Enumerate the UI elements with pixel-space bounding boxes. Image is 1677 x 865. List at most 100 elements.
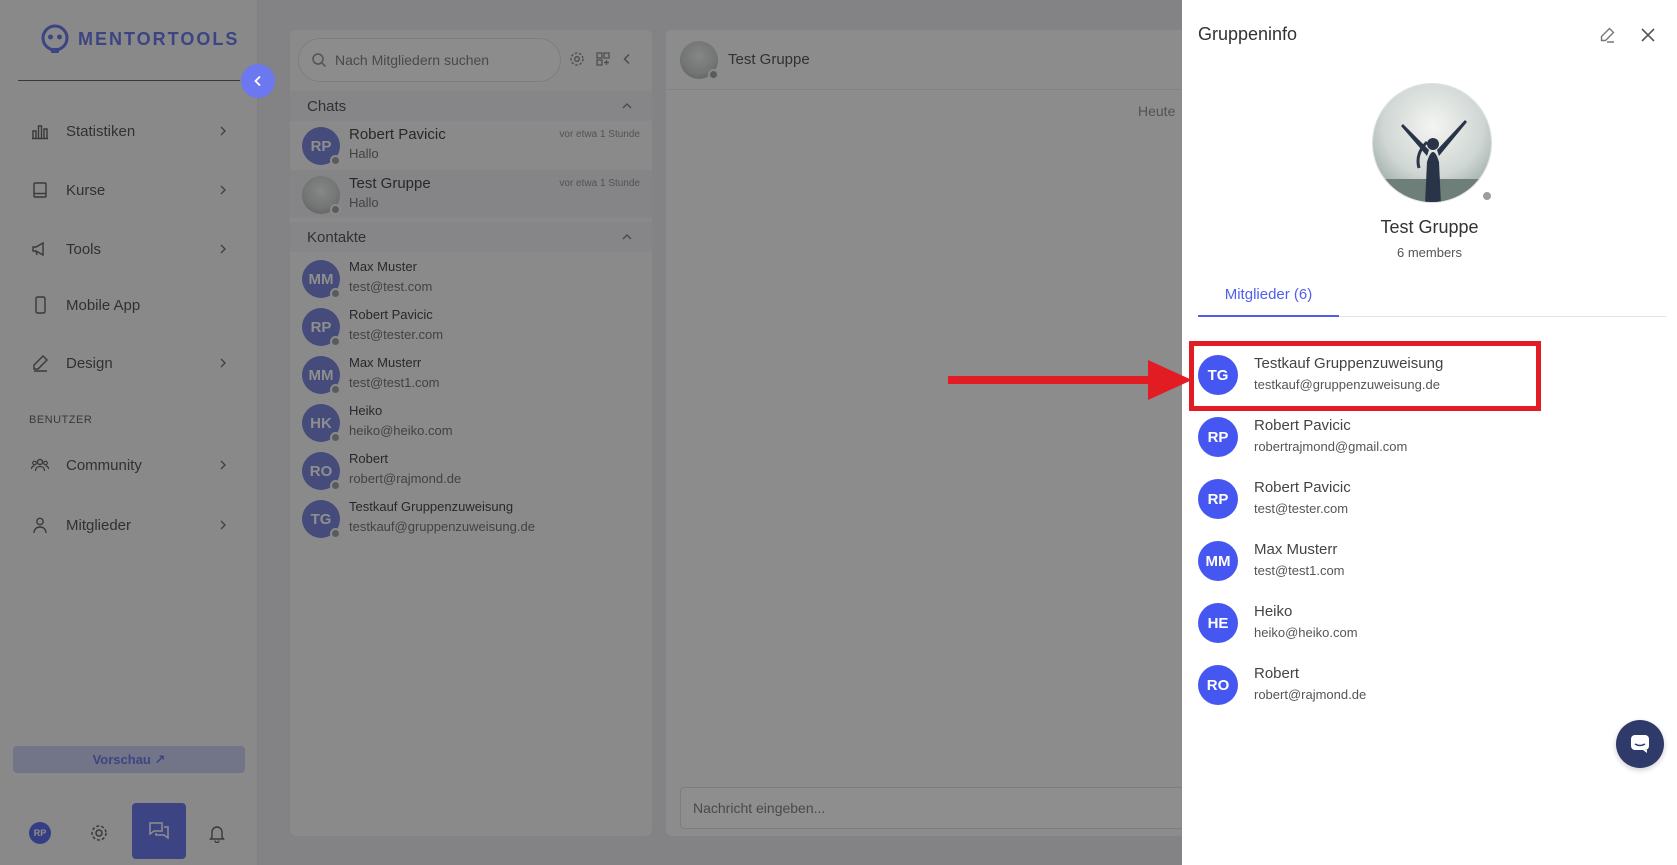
group-photo xyxy=(1372,83,1492,203)
help-chat-button[interactable] xyxy=(1616,720,1664,768)
sidebar-item-statistiken[interactable]: Statistiken xyxy=(28,115,228,147)
pencil-icon xyxy=(28,351,52,375)
avatar: MM xyxy=(1198,541,1238,581)
edit-icon[interactable] xyxy=(1596,24,1618,46)
chevron-right-icon xyxy=(220,460,226,470)
chat-preview: Hallo xyxy=(349,195,379,210)
chat-bubbles-icon xyxy=(149,822,169,840)
sidebar-item-design[interactable]: Design xyxy=(28,347,228,379)
chevron-up-icon xyxy=(622,103,632,109)
preview-button[interactable]: Vorschau ↗ xyxy=(13,746,245,773)
member-count: 6 members xyxy=(1396,245,1463,260)
chat-nav-button[interactable] xyxy=(132,803,186,859)
contact-email: test@test.com xyxy=(349,279,433,294)
mentortools-logo-icon xyxy=(41,24,69,53)
avatar: RP xyxy=(1198,479,1238,519)
sidebar-item-label: Design xyxy=(66,354,113,372)
collapse-sidebar-button[interactable] xyxy=(241,64,275,98)
avatar: MM xyxy=(302,356,341,395)
tab-members[interactable]: Mitglieder (6) xyxy=(1198,286,1339,317)
phone-icon xyxy=(28,293,52,317)
contact-row[interactable]: MM Max Musterr test@test1.com xyxy=(290,350,652,398)
sidebar-item-community[interactable]: Community xyxy=(28,449,228,481)
member-name: Max Musterr xyxy=(1254,541,1338,558)
member-name: Testkauf Gruppenzuweisung xyxy=(1254,355,1444,372)
member-row[interactable]: HE Heiko heiko@heiko.com xyxy=(1198,595,1658,651)
chat-time: vor etwa 1 Stunde xyxy=(559,129,640,140)
chevron-right-icon xyxy=(220,126,226,136)
conversation-header[interactable]: Test Gruppe xyxy=(666,30,1186,90)
status-dot xyxy=(330,432,341,443)
grid-add-icon[interactable] xyxy=(592,48,614,70)
avatar: HE xyxy=(1198,603,1238,643)
bell-icon[interactable] xyxy=(206,822,228,844)
chats-section-header[interactable]: Chats xyxy=(290,91,652,121)
megaphone-icon xyxy=(28,237,52,261)
member-row[interactable]: MM Max Musterr test@test1.com xyxy=(1198,533,1658,589)
group-avatar xyxy=(302,176,341,215)
contacts-section-label: Kontakte xyxy=(307,228,367,246)
member-email: robert@rajmond.de xyxy=(1254,687,1367,702)
divider xyxy=(18,80,240,81)
conversation-title: Test Gruppe xyxy=(728,51,810,68)
contact-row[interactable]: RP Robert Pavicic test@tester.com xyxy=(290,302,652,350)
sidebar-item-mitglieder[interactable]: Mitglieder xyxy=(28,509,228,541)
member-row[interactable]: RP Robert Pavicic test@tester.com xyxy=(1198,471,1658,527)
contact-row[interactable]: TG Testkauf Gruppenzuweisung testkauf@gr… xyxy=(290,494,652,542)
status-dot xyxy=(708,68,719,80)
settings-gear-icon[interactable] xyxy=(566,48,588,70)
sidebar: MENTORTOOLS Statistiken Kurse Tools Mobi… xyxy=(0,0,258,865)
member-email: robertrajmond@gmail.com xyxy=(1254,439,1408,454)
sidebar-item-tools[interactable]: Tools xyxy=(28,233,228,265)
chat-support-icon xyxy=(1631,735,1649,753)
sidebar-item-label: Mitglieder xyxy=(66,516,132,534)
chat-row-test-gruppe[interactable]: Test Gruppe Hallo vor etwa 1 Stunde xyxy=(290,170,652,218)
contact-name: Heiko xyxy=(349,403,383,418)
member-row[interactable]: RP Robert Pavicic robertrajmond@gmail.co… xyxy=(1198,409,1658,465)
annotation-arrow-icon xyxy=(948,360,1192,400)
book-icon xyxy=(28,178,52,202)
avatar: RP xyxy=(302,308,341,347)
contact-row[interactable]: RO Robert robert@rajmond.de xyxy=(290,446,652,494)
brand-name: MENTORTOOLS xyxy=(78,28,240,49)
sidebar-item-label: Kurse xyxy=(66,181,106,199)
close-icon[interactable] xyxy=(1637,24,1659,46)
chats-section-label: Chats xyxy=(307,97,347,115)
people-icon xyxy=(28,453,52,477)
contact-row[interactable]: MM Max Muster test@test.com xyxy=(290,254,652,302)
contact-row[interactable]: HK Heiko heiko@heiko.com xyxy=(290,398,652,446)
member-email: testkauf@gruppenzuweisung.de xyxy=(1254,377,1440,392)
sidebar-item-label: Community xyxy=(66,456,142,474)
member-search[interactable] xyxy=(298,38,561,82)
member-email: test@test1.com xyxy=(1254,563,1345,578)
member-row[interactable]: RO Robert robert@rajmond.de xyxy=(1198,657,1658,713)
message-input[interactable] xyxy=(680,787,1186,829)
brand-logo[interactable]: MENTORTOOLS xyxy=(40,24,239,54)
collapse-list-icon[interactable] xyxy=(616,48,638,70)
contacts-section-header[interactable]: Kontakte xyxy=(290,222,652,252)
gear-icon[interactable] xyxy=(88,822,110,844)
chat-row-robert-pavicic[interactable]: RP Robert Pavicic Hallo vor etwa 1 Stund… xyxy=(290,121,652,169)
chat-preview: Hallo xyxy=(349,146,379,161)
chevron-right-icon xyxy=(220,185,226,195)
contact-name: Max Muster xyxy=(349,259,417,274)
drawer-title: Gruppeninfo xyxy=(1198,24,1298,44)
member-row[interactable]: TG Testkauf Gruppenzuweisung testkauf@gr… xyxy=(1198,347,1658,403)
sidebar-item-mobile-app[interactable]: Mobile App xyxy=(28,289,228,321)
contact-email: heiko@heiko.com xyxy=(349,423,453,438)
sidebar-item-label: Tools xyxy=(66,240,102,258)
chevron-left-icon xyxy=(254,75,261,87)
sidebar-item-kurse[interactable]: Kurse xyxy=(28,174,228,206)
search-input[interactable] xyxy=(335,52,555,68)
contact-name: Robert Pavicic xyxy=(349,307,433,322)
group-name: Test Gruppe xyxy=(1380,217,1479,237)
contact-email: robert@rajmond.de xyxy=(349,471,462,486)
user-icon xyxy=(28,513,52,537)
member-name: Heiko xyxy=(1254,603,1293,620)
user-avatar[interactable]: RP xyxy=(29,822,51,844)
avatar: HK xyxy=(302,404,341,443)
contact-email: test@test1.com xyxy=(349,375,440,390)
contact-email: test@tester.com xyxy=(349,327,444,342)
status-dot xyxy=(1481,190,1493,202)
conversation-panel: Test Gruppe Heute xyxy=(666,30,1186,836)
